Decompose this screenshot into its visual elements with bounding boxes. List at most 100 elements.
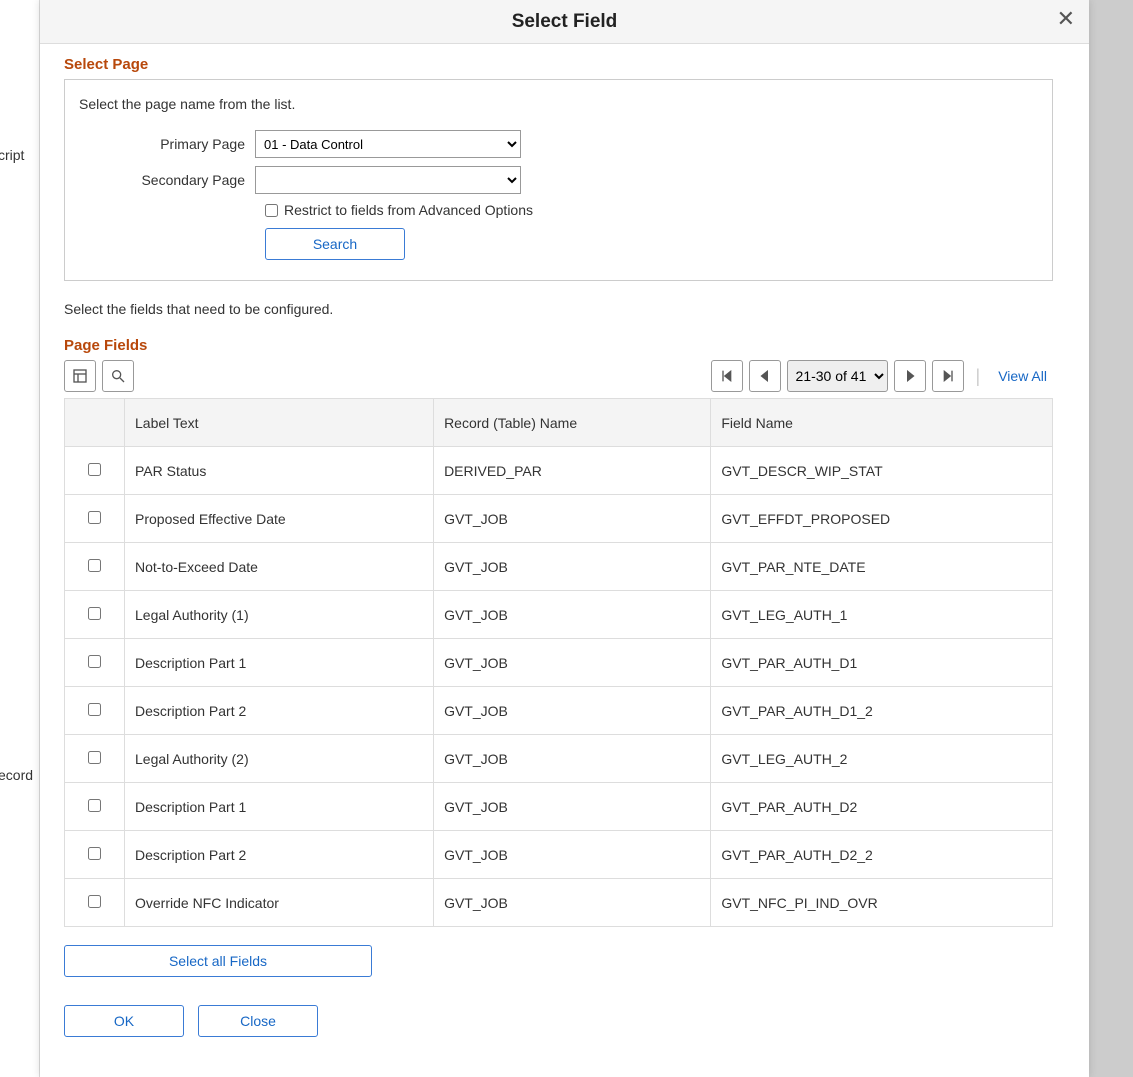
last-page-icon[interactable] bbox=[932, 360, 964, 392]
prev-page-icon[interactable] bbox=[749, 360, 781, 392]
cell-record: DERIVED_PAR bbox=[434, 447, 711, 495]
cell-record: GVT_JOB bbox=[434, 735, 711, 783]
row-checkbox-cell bbox=[65, 735, 125, 783]
cell-record: GVT_JOB bbox=[434, 495, 711, 543]
col-label-text: Label Text bbox=[125, 399, 434, 447]
page-fields-title: Page Fields bbox=[64, 337, 1053, 354]
secondary-page-label: Secondary Page bbox=[79, 172, 255, 188]
background-text-1: cript bbox=[0, 147, 24, 163]
table-row: Description Part 2GVT_JOBGVT_PAR_AUTH_D1… bbox=[65, 687, 1053, 735]
cell-label: Description Part 2 bbox=[125, 687, 434, 735]
modal-body: Select Page Select the page name from th… bbox=[40, 44, 1089, 1077]
table-header-row: Label Text Record (Table) Name Field Nam… bbox=[65, 399, 1053, 447]
find-icon[interactable] bbox=[102, 360, 134, 392]
close-icon[interactable]: ✕ bbox=[1057, 8, 1075, 30]
secondary-page-select[interactable] bbox=[255, 166, 521, 194]
cell-field: GVT_PAR_AUTH_D2_2 bbox=[711, 831, 1053, 879]
table-row: Override NFC IndicatorGVT_JOBGVT_NFC_PI_… bbox=[65, 879, 1053, 927]
footer-buttons: Select all Fields OK Close bbox=[64, 945, 1053, 1037]
restrict-row: Restrict to fields from Advanced Options bbox=[265, 202, 1038, 218]
cell-label: Legal Authority (1) bbox=[125, 591, 434, 639]
cell-field: GVT_LEG_AUTH_1 bbox=[711, 591, 1053, 639]
cell-label: Proposed Effective Date bbox=[125, 495, 434, 543]
ok-button[interactable]: OK bbox=[64, 1005, 184, 1037]
cell-label: Description Part 1 bbox=[125, 783, 434, 831]
cell-record: GVT_JOB bbox=[434, 591, 711, 639]
cell-label: Description Part 1 bbox=[125, 639, 434, 687]
cell-label: Legal Authority (2) bbox=[125, 735, 434, 783]
cell-record: GVT_JOB bbox=[434, 543, 711, 591]
row-checkbox[interactable] bbox=[88, 511, 101, 524]
table-row: Description Part 1GVT_JOBGVT_PAR_AUTH_D1 bbox=[65, 639, 1053, 687]
row-checkbox-cell bbox=[65, 687, 125, 735]
table-row: Not-to-Exceed DateGVT_JOBGVT_PAR_NTE_DAT… bbox=[65, 543, 1053, 591]
cell-record: GVT_JOB bbox=[434, 639, 711, 687]
row-checkbox-cell bbox=[65, 879, 125, 927]
next-page-icon[interactable] bbox=[894, 360, 926, 392]
cell-record: GVT_JOB bbox=[434, 783, 711, 831]
toolbar-divider: | bbox=[976, 366, 981, 387]
primary-page-label: Primary Page bbox=[79, 136, 255, 152]
row-checkbox-cell bbox=[65, 831, 125, 879]
secondary-page-row: Secondary Page bbox=[79, 166, 1038, 194]
select-field-modal: Select Field ✕ Select Page Select the pa… bbox=[40, 0, 1089, 1077]
select-all-fields-button[interactable]: Select all Fields bbox=[64, 945, 372, 977]
select-page-panel: Select the page name from the list. Prim… bbox=[64, 79, 1053, 281]
cell-label: PAR Status bbox=[125, 447, 434, 495]
row-checkbox[interactable] bbox=[88, 895, 101, 908]
search-button[interactable]: Search bbox=[265, 228, 405, 260]
row-checkbox[interactable] bbox=[88, 847, 101, 860]
cell-field: GVT_PAR_AUTH_D1_2 bbox=[711, 687, 1053, 735]
restrict-label: Restrict to fields from Advanced Options bbox=[284, 202, 533, 218]
col-field-name: Field Name bbox=[711, 399, 1053, 447]
row-checkbox-cell bbox=[65, 783, 125, 831]
first-page-icon[interactable] bbox=[711, 360, 743, 392]
background-text-2: ecord bbox=[0, 767, 33, 783]
pager-select[interactable]: 21-30 of 41 bbox=[787, 360, 888, 392]
row-checkbox-cell bbox=[65, 639, 125, 687]
col-record-name: Record (Table) Name bbox=[434, 399, 711, 447]
primary-page-row: Primary Page 01 - Data Control bbox=[79, 130, 1038, 158]
modal-header: Select Field ✕ bbox=[40, 0, 1089, 44]
table-row: Description Part 2GVT_JOBGVT_PAR_AUTH_D2… bbox=[65, 831, 1053, 879]
row-checkbox[interactable] bbox=[88, 703, 101, 716]
personalize-icon[interactable] bbox=[64, 360, 96, 392]
table-row: Proposed Effective DateGVT_JOBGVT_EFFDT_… bbox=[65, 495, 1053, 543]
cell-field: GVT_LEG_AUTH_2 bbox=[711, 735, 1053, 783]
close-button[interactable]: Close bbox=[198, 1005, 318, 1037]
cell-record: GVT_JOB bbox=[434, 879, 711, 927]
cell-field: GVT_EFFDT_PROPOSED bbox=[711, 495, 1053, 543]
cell-label: Not-to-Exceed Date bbox=[125, 543, 434, 591]
toolbar-left bbox=[64, 360, 134, 392]
row-checkbox-cell bbox=[65, 543, 125, 591]
row-checkbox[interactable] bbox=[88, 559, 101, 572]
cell-label: Override NFC Indicator bbox=[125, 879, 434, 927]
row-checkbox[interactable] bbox=[88, 655, 101, 668]
cell-field: GVT_NFC_PI_IND_OVR bbox=[711, 879, 1053, 927]
table-row: Description Part 1GVT_JOBGVT_PAR_AUTH_D2 bbox=[65, 783, 1053, 831]
cell-label: Description Part 2 bbox=[125, 831, 434, 879]
row-checkbox[interactable] bbox=[88, 751, 101, 764]
view-all-link[interactable]: View All bbox=[998, 368, 1047, 384]
col-checkbox bbox=[65, 399, 125, 447]
primary-page-select[interactable]: 01 - Data Control bbox=[255, 130, 521, 158]
toolbar-right: 21-30 of 41 | View All bbox=[711, 360, 1053, 392]
row-checkbox[interactable] bbox=[88, 799, 101, 812]
background-panel: cript ecord bbox=[0, 0, 40, 1077]
grid-toolbar: 21-30 of 41 | View All bbox=[64, 360, 1053, 392]
row-checkbox[interactable] bbox=[88, 607, 101, 620]
restrict-checkbox[interactable] bbox=[265, 204, 278, 217]
cell-record: GVT_JOB bbox=[434, 831, 711, 879]
table-row: Legal Authority (1)GVT_JOBGVT_LEG_AUTH_1 bbox=[65, 591, 1053, 639]
cell-field: GVT_PAR_AUTH_D1 bbox=[711, 639, 1053, 687]
instruction-text: Select the fields that need to be config… bbox=[64, 301, 1053, 317]
cell-field: GVT_PAR_NTE_DATE bbox=[711, 543, 1053, 591]
cell-record: GVT_JOB bbox=[434, 687, 711, 735]
page-fields-table: Label Text Record (Table) Name Field Nam… bbox=[64, 398, 1053, 927]
select-page-description: Select the page name from the list. bbox=[79, 96, 1038, 112]
modal-title: Select Field bbox=[512, 11, 618, 33]
table-row: Legal Authority (2)GVT_JOBGVT_LEG_AUTH_2 bbox=[65, 735, 1053, 783]
row-checkbox[interactable] bbox=[88, 463, 101, 476]
row-checkbox-cell bbox=[65, 495, 125, 543]
row-checkbox-cell bbox=[65, 591, 125, 639]
